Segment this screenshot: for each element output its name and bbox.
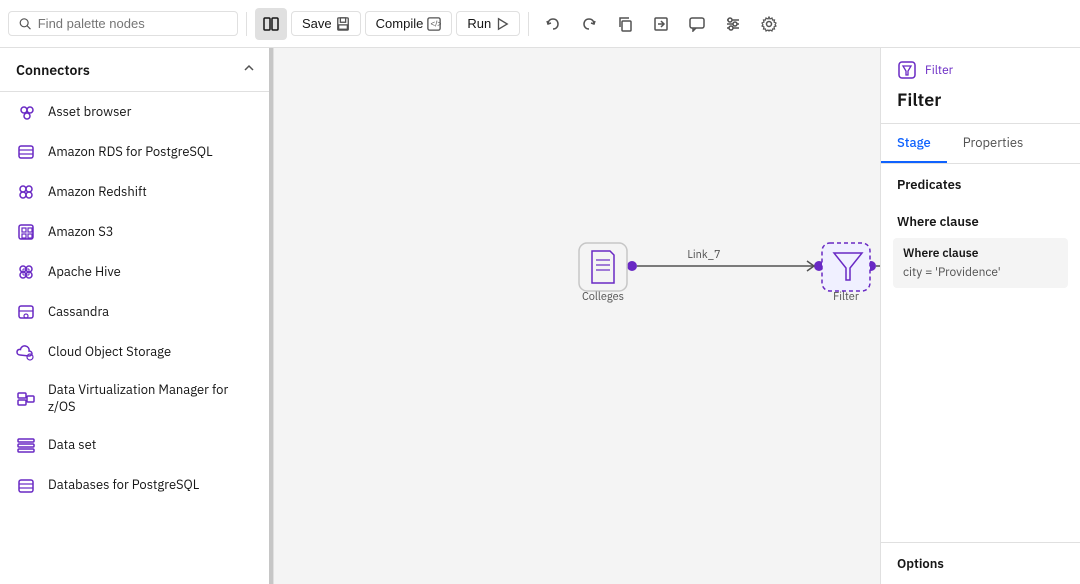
toolbar: Save Compile </> Run — [0, 0, 1080, 48]
cassandra-icon — [16, 302, 36, 322]
where-clause-box: Where clause city = 'Providence' — [893, 238, 1068, 288]
compile-label: Compile — [376, 16, 424, 31]
run-button[interactable]: Run — [456, 11, 520, 36]
search-icon — [19, 17, 32, 31]
tab-stage[interactable]: Stage — [881, 124, 947, 163]
main-layout: Connectors Asset browser — [0, 48, 1080, 584]
data-virtualization-label: Data Virtualization Manager for z/OS — [48, 382, 257, 416]
palette-toggle-button[interactable] — [255, 8, 287, 40]
sidebar-item-data-set[interactable]: Data set — [0, 426, 273, 466]
comment-icon — [689, 16, 705, 32]
gear-icon — [761, 16, 777, 32]
databases-postgresql-icon — [16, 476, 36, 496]
export-button[interactable] — [645, 8, 677, 40]
panel-title: Filter — [881, 84, 1080, 124]
panel-tabs: Stage Properties — [881, 124, 1080, 164]
apache-hive-label: Apache Hive — [48, 264, 121, 281]
search-input[interactable] — [38, 16, 227, 31]
panel-spacer — [881, 296, 1080, 542]
sidebar-item-apache-hive[interactable]: Apache Hive — [0, 252, 273, 292]
svg-text:</>: </> — [431, 19, 442, 28]
undo-icon — [545, 16, 561, 32]
amazon-redshift-icon — [16, 182, 36, 202]
sidebar: Connectors Asset browser — [0, 48, 274, 584]
svg-text:Colleges: Colleges — [582, 290, 624, 304]
sidebar-item-amazon-s3[interactable]: Amazon S3 — [0, 212, 273, 252]
run-icon — [495, 17, 509, 31]
compile-button[interactable]: Compile </> — [365, 11, 453, 36]
sidebar-item-databases-postgresql[interactable]: Databases for PostgreSQL — [0, 466, 273, 506]
compile-icon: </> — [427, 17, 441, 31]
sidebar-collapse-button[interactable] — [241, 60, 257, 79]
where-clause-box-title: Where clause — [903, 246, 1058, 261]
databases-postgresql-label: Databases for PostgreSQL — [48, 477, 199, 494]
apache-hive-icon — [16, 262, 36, 282]
amazon-s3-label: Amazon S3 — [48, 224, 114, 241]
asset-browser-label: Asset browser — [48, 104, 131, 121]
data-virtualization-icon — [16, 389, 36, 409]
copy-icon — [617, 16, 633, 32]
predicates-section: Predicates — [881, 164, 1080, 201]
amazon-s3-icon — [16, 222, 36, 242]
where-clause-section: Where clause — [881, 201, 1080, 238]
toolbar-divider-1 — [246, 12, 247, 36]
sidebar-resize-handle[interactable] — [269, 48, 273, 584]
amazon-redshift-label: Amazon Redshift — [48, 184, 147, 201]
redo-button[interactable] — [573, 8, 605, 40]
copy-button[interactable] — [609, 8, 641, 40]
sidebar-item-amazon-redshift[interactable]: Amazon Redshift — [0, 172, 273, 212]
canvas-svg: Link_7 Link_2 Link_3 — [274, 48, 880, 584]
gear-settings-button[interactable] — [753, 8, 785, 40]
save-label: Save — [302, 16, 332, 31]
undo-button[interactable] — [537, 8, 569, 40]
toolbar-divider-2 — [528, 12, 529, 36]
save-button[interactable]: Save — [291, 11, 361, 36]
cloud-object-storage-label: Cloud Object Storage — [48, 344, 171, 361]
options-section: Options — [881, 542, 1080, 584]
amazon-rds-icon — [16, 142, 36, 162]
sidebar-item-amazon-rds[interactable]: Amazon RDS for PostgreSQL — [0, 132, 273, 172]
panel-header-icon-label: Filter — [925, 63, 953, 78]
sidebar-item-cassandra[interactable]: Cassandra — [0, 292, 273, 332]
chevron-up-icon — [241, 60, 257, 76]
export-icon — [653, 16, 669, 32]
data-set-label: Data set — [48, 437, 96, 454]
settings-sliders-button[interactable] — [717, 8, 749, 40]
palette-icon — [263, 16, 279, 32]
cloud-object-storage-icon — [16, 342, 36, 362]
amazon-rds-label: Amazon RDS for PostgreSQL — [48, 144, 213, 161]
cassandra-label: Cassandra — [48, 304, 109, 321]
sidebar-item-data-virtualization[interactable]: Data Virtualization Manager for z/OS — [0, 372, 273, 426]
save-icon — [336, 17, 350, 31]
svg-text:Link_7: Link_7 — [687, 248, 720, 262]
tab-properties[interactable]: Properties — [947, 124, 1040, 163]
redo-icon — [581, 16, 597, 32]
filter-panel-icon — [897, 60, 917, 80]
where-clause-box-value: city = 'Providence' — [903, 265, 1058, 280]
sidebar-item-asset-browser[interactable]: Asset browser — [0, 92, 273, 132]
connectors-title: Connectors — [16, 61, 90, 79]
sidebar-header: Connectors — [0, 48, 273, 92]
sliders-icon — [725, 16, 741, 32]
svg-text:Filter: Filter — [833, 290, 859, 304]
data-set-icon — [16, 436, 36, 456]
canvas-area[interactable]: Link_7 Link_2 Link_3 — [274, 48, 880, 584]
sidebar-item-cloud-object-storage[interactable]: Cloud Object Storage — [0, 332, 273, 372]
panel-header-row: Filter — [881, 48, 1080, 84]
comment-button[interactable] — [681, 8, 713, 40]
asset-browser-icon — [16, 102, 36, 122]
run-label: Run — [467, 16, 491, 31]
search-box[interactable] — [8, 11, 238, 36]
right-panel: Filter Filter Stage Properties Predicate… — [880, 48, 1080, 584]
